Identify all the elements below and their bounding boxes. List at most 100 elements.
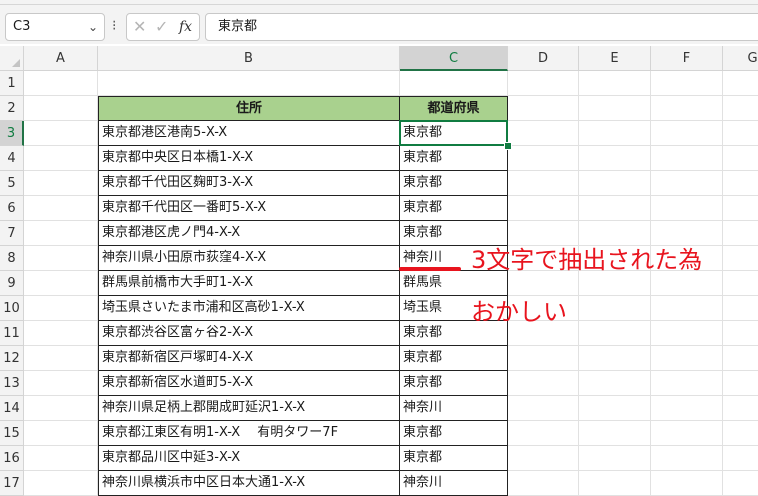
cell-a14[interactable]: [24, 396, 98, 421]
cell-g17[interactable]: [723, 471, 758, 496]
cell-f10[interactable]: [651, 296, 723, 321]
cell-e16[interactable]: [579, 446, 651, 471]
cancel-icon[interactable]: ✕: [133, 17, 146, 36]
cell-f13[interactable]: [651, 371, 723, 396]
cell-e15[interactable]: [579, 421, 651, 446]
cell-d14[interactable]: [508, 396, 579, 421]
row-header-17[interactable]: 17: [0, 471, 24, 496]
cell-a17[interactable]: [24, 471, 98, 496]
cell-b1[interactable]: [98, 71, 400, 96]
cell-e5[interactable]: [579, 171, 651, 196]
cell-f3[interactable]: [651, 121, 723, 146]
cell-b14[interactable]: 神奈川県足柄上郡開成町延沢1-X-X: [98, 396, 400, 421]
cell-b4[interactable]: 東京都中央区日本橋1-X-X: [98, 146, 400, 171]
cell-e12[interactable]: [579, 346, 651, 371]
cell-c17[interactable]: 神奈川: [400, 471, 508, 496]
row-header-1[interactable]: 1: [0, 71, 24, 96]
cell-f4[interactable]: [651, 146, 723, 171]
cell-e6[interactable]: [579, 196, 651, 221]
cell-e14[interactable]: [579, 396, 651, 421]
cell-g3[interactable]: [723, 121, 758, 146]
cell-d5[interactable]: [508, 171, 579, 196]
column-header-d[interactable]: D: [508, 46, 579, 71]
cell-e3[interactable]: [579, 121, 651, 146]
select-all-button[interactable]: [0, 46, 24, 71]
row-header-4[interactable]: 4: [0, 146, 24, 171]
cell-e2[interactable]: [579, 96, 651, 121]
row-header-12[interactable]: 12: [0, 346, 24, 371]
row-header-2[interactable]: 2: [0, 96, 24, 121]
cell-f6[interactable]: [651, 196, 723, 221]
cell-c3[interactable]: 東京都: [400, 121, 508, 146]
cell-b7[interactable]: 東京都港区虎ノ門4-X-X: [98, 221, 400, 246]
column-header-b[interactable]: B: [98, 46, 400, 71]
cell-g13[interactable]: [723, 371, 758, 396]
row-header-11[interactable]: 11: [0, 321, 24, 346]
row-header-14[interactable]: 14: [0, 396, 24, 421]
cell-f11[interactable]: [651, 321, 723, 346]
cell-g8[interactable]: [723, 246, 758, 271]
chevron-down-icon[interactable]: ⌄: [88, 14, 98, 40]
cell-b13[interactable]: 東京都新宿区水道町5-X-X: [98, 371, 400, 396]
cell-b12[interactable]: 東京都新宿区戸塚町4-X-X: [98, 346, 400, 371]
cell-f16[interactable]: [651, 446, 723, 471]
cell-a7[interactable]: [24, 221, 98, 246]
cell-c6[interactable]: 東京都: [400, 196, 508, 221]
cell-g5[interactable]: [723, 171, 758, 196]
cell-c15[interactable]: 東京都: [400, 421, 508, 446]
cell-g14[interactable]: [723, 396, 758, 421]
cell-g12[interactable]: [723, 346, 758, 371]
cell-a16[interactable]: [24, 446, 98, 471]
enter-check-icon[interactable]: ✓: [155, 17, 168, 36]
cell-a5[interactable]: [24, 171, 98, 196]
name-box[interactable]: C3 ⌄: [5, 13, 105, 41]
cell-a4[interactable]: [24, 146, 98, 171]
insert-function-icon[interactable]: fx: [179, 19, 192, 35]
cell-b15[interactable]: 東京都江東区有明1-X-X 有明タワー7F: [98, 421, 400, 446]
row-header-7[interactable]: 7: [0, 221, 24, 246]
cell-f2[interactable]: [651, 96, 723, 121]
cell-b8[interactable]: 神奈川県小田原市荻窪4-X-X: [98, 246, 400, 271]
cell-a15[interactable]: [24, 421, 98, 446]
cell-d2[interactable]: [508, 96, 579, 121]
cell-a9[interactable]: [24, 271, 98, 296]
cell-g4[interactable]: [723, 146, 758, 171]
cell-e13[interactable]: [579, 371, 651, 396]
cell-b17[interactable]: 神奈川県横浜市中区日本大通1-X-X: [98, 471, 400, 496]
cell-c16[interactable]: 東京都: [400, 446, 508, 471]
cell-c13[interactable]: 東京都: [400, 371, 508, 396]
cell-g16[interactable]: [723, 446, 758, 471]
cell-d4[interactable]: [508, 146, 579, 171]
cell-d17[interactable]: [508, 471, 579, 496]
cell-c5[interactable]: 東京都: [400, 171, 508, 196]
cell-d6[interactable]: [508, 196, 579, 221]
cell-c12[interactable]: 東京都: [400, 346, 508, 371]
cell-g7[interactable]: [723, 221, 758, 246]
cell-b9[interactable]: 群馬県前橋市大手町1-X-X: [98, 271, 400, 296]
row-header-6[interactable]: 6: [0, 196, 24, 221]
formula-input[interactable]: 東京都: [205, 13, 758, 41]
cell-e10[interactable]: [579, 296, 651, 321]
cell-d3[interactable]: [508, 121, 579, 146]
row-header-15[interactable]: 15: [0, 421, 24, 446]
column-header-f[interactable]: F: [651, 46, 723, 71]
cell-b10[interactable]: 埼玉県さいたま市浦和区高砂1-X-X: [98, 296, 400, 321]
cell-c4[interactable]: 東京都: [400, 146, 508, 171]
cell-f14[interactable]: [651, 396, 723, 421]
cell-g1[interactable]: [723, 71, 758, 96]
cell-a6[interactable]: [24, 196, 98, 221]
cell-c1[interactable]: [400, 71, 508, 96]
column-header-c[interactable]: C: [400, 46, 508, 71]
cell-b6[interactable]: 東京都千代田区一番町5-X-X: [98, 196, 400, 221]
column-header-a[interactable]: A: [24, 46, 98, 71]
cell-a2[interactable]: [24, 96, 98, 121]
cell-g10[interactable]: [723, 296, 758, 321]
row-header-9[interactable]: 9: [0, 271, 24, 296]
row-header-10[interactable]: 10: [0, 296, 24, 321]
row-header-13[interactable]: 13: [0, 371, 24, 396]
row-header-3[interactable]: 3: [0, 121, 24, 146]
column-header-g[interactable]: G: [723, 46, 758, 71]
cell-g11[interactable]: [723, 321, 758, 346]
more-options-icon[interactable]: ⁝: [112, 18, 116, 34]
row-header-8[interactable]: 8: [0, 246, 24, 271]
